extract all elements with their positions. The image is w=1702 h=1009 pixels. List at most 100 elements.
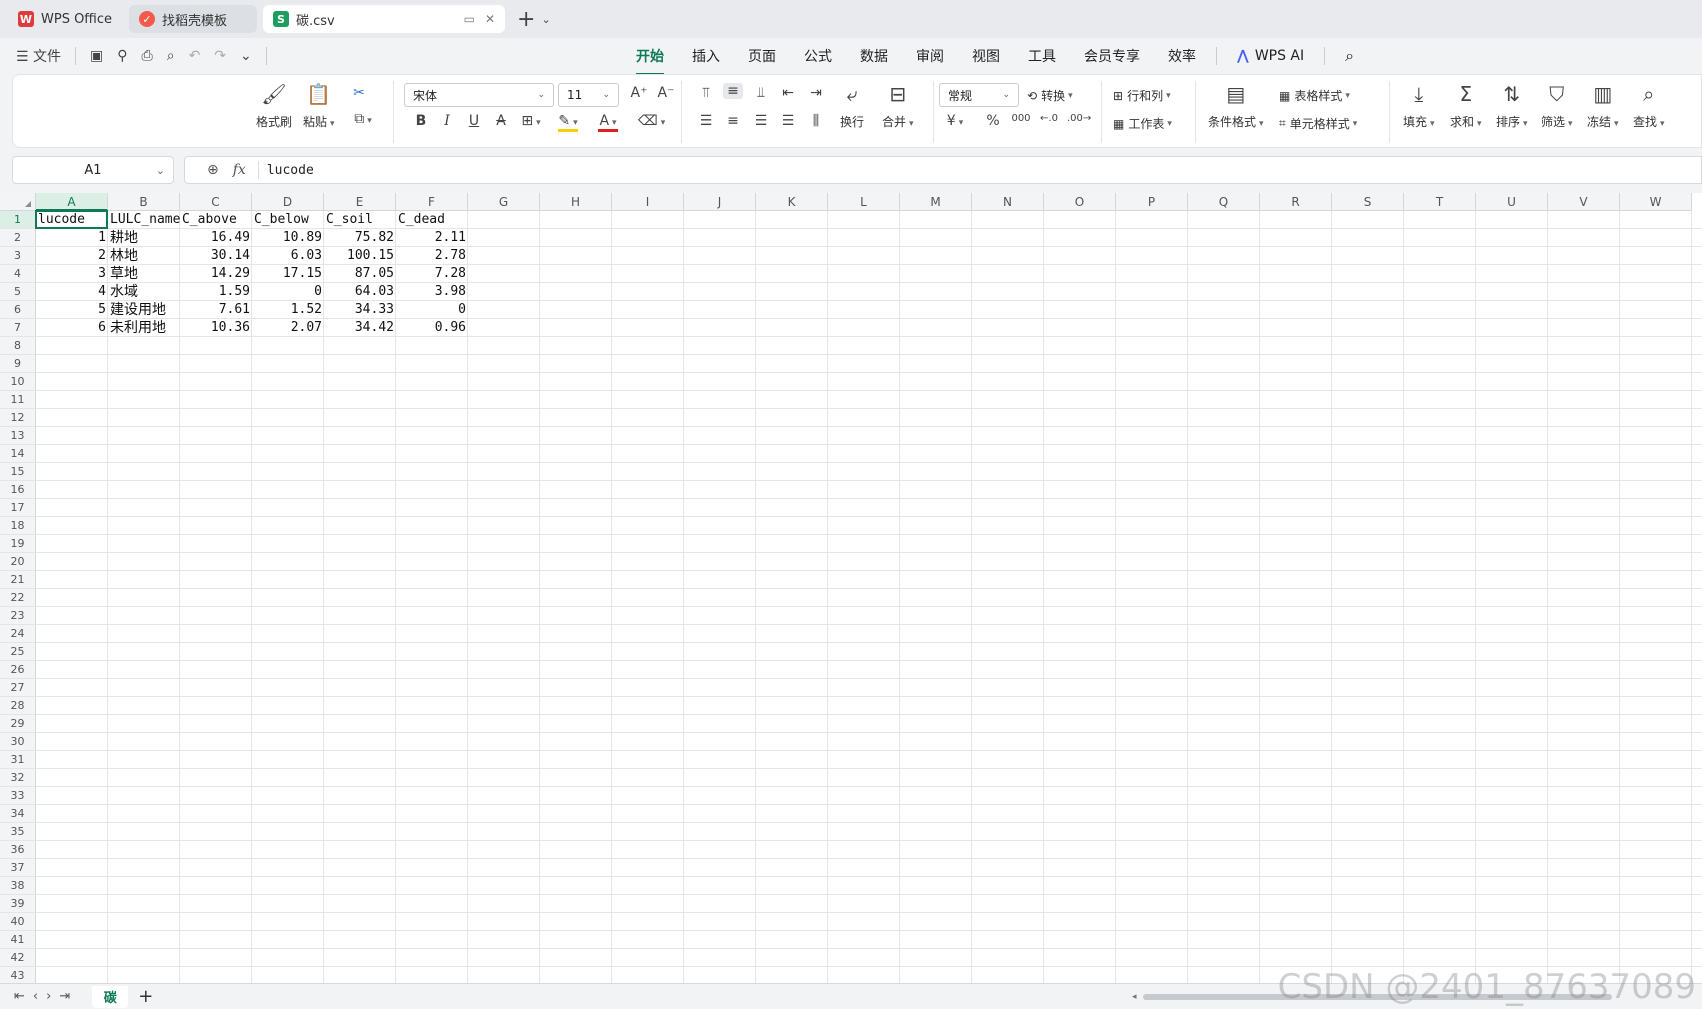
table-cell[interactable]: 耕地 — [108, 229, 180, 247]
row-header-9[interactable]: 9 — [0, 355, 36, 373]
row-header-15[interactable]: 15 — [0, 463, 36, 481]
row-header-24[interactable]: 24 — [0, 625, 36, 643]
decrease-indent-icon[interactable]: ⇤ — [778, 85, 798, 101]
row-header-19[interactable]: 19 — [0, 535, 36, 553]
paste-button[interactable]: 📋 粘贴 ▾ — [303, 81, 335, 130]
close-tab-icon[interactable]: ✕ — [485, 12, 495, 26]
align-left-icon[interactable]: ☰ — [696, 113, 716, 129]
font-size-select[interactable]: 11 ⌄ — [558, 83, 619, 107]
table-cell[interactable]: 0 — [396, 301, 468, 319]
bold-icon[interactable]: B — [411, 113, 431, 129]
table-cell[interactable]: 未利用地 — [108, 319, 180, 337]
copy-icon[interactable]: ⧉ ▾ — [353, 111, 373, 127]
row-header-43[interactable]: 43 — [0, 967, 36, 983]
table-cell[interactable]: 2.11 — [396, 229, 468, 247]
save-icon[interactable]: ▣ — [90, 48, 103, 64]
menu-page[interactable]: 页面 — [748, 42, 776, 70]
first-sheet-icon[interactable]: ⇤ — [14, 989, 25, 1004]
table-cell[interactable]: 16.49 — [180, 229, 252, 247]
tab-wps-office[interactable]: W WPS Office — [8, 5, 123, 33]
window-display-icon[interactable]: ▭ — [464, 12, 475, 26]
row-header-20[interactable]: 20 — [0, 553, 36, 571]
chevron-down-icon[interactable]: ⌄ — [541, 13, 550, 26]
table-cell[interactable]: 草地 — [108, 265, 180, 283]
select-all-corner[interactable] — [0, 193, 36, 211]
table-cell[interactable]: 10.36 — [180, 319, 252, 337]
table-cell[interactable]: 2 — [36, 247, 108, 265]
row-header-34[interactable]: 34 — [0, 805, 36, 823]
row-header-37[interactable]: 37 — [0, 859, 36, 877]
distribute-icon[interactable]: ⫼ — [806, 113, 826, 129]
column-header-f[interactable]: F — [396, 193, 468, 211]
row-col-button[interactable]: ⊞ 行和列 ▾ — [1113, 87, 1171, 104]
justify-icon[interactable]: ☰ — [778, 113, 798, 129]
filter-button[interactable]: ⛉ 筛选 ▾ — [1541, 81, 1573, 130]
name-box[interactable]: A1 ⌄ — [12, 156, 174, 184]
function-icon[interactable]: fx — [233, 162, 246, 178]
row-header-30[interactable]: 30 — [0, 733, 36, 751]
table-cell[interactable]: 建设用地 — [108, 301, 180, 319]
row-header-41[interactable]: 41 — [0, 931, 36, 949]
wps-ai-button[interactable]: ⋀ WPS AI — [1237, 48, 1304, 64]
row-header-22[interactable]: 22 — [0, 589, 36, 607]
wrap-text-button[interactable]: ⤶ 换行 — [839, 81, 865, 130]
row-header-26[interactable]: 26 — [0, 661, 36, 679]
spreadsheet-grid[interactable]: A B C D E F G H I J K L M N O P Q R S T U V W 1 2 3 4 5 6 7 8 9 10 11 12 13… — [0, 193, 1702, 983]
row-header-31[interactable]: 31 — [0, 751, 36, 769]
align-middle-icon[interactable]: ≡ — [723, 83, 743, 99]
font-name-select[interactable]: 宋体 ⌄ — [404, 83, 554, 107]
column-header-u[interactable]: U — [1476, 193, 1548, 211]
cut-icon[interactable]: ✂ — [349, 85, 369, 101]
menu-review[interactable]: 审阅 — [916, 42, 944, 70]
prev-sheet-icon[interactable]: ‹ — [33, 989, 38, 1004]
tab-docer-templates[interactable]: ✓ 找稻壳模板 — [129, 5, 257, 33]
menu-view[interactable]: 视图 — [972, 42, 1000, 70]
table-cell[interactable]: 林地 — [108, 247, 180, 265]
row-header-27[interactable]: 27 — [0, 679, 36, 697]
table-cell[interactable]: 3.98 — [396, 283, 468, 301]
row-header-10[interactable]: 10 — [0, 373, 36, 391]
thousands-separator-icon[interactable]: 000 — [1011, 113, 1031, 124]
row-header-33[interactable]: 33 — [0, 787, 36, 805]
find-button[interactable]: ⌕ 查找 ▾ — [1633, 81, 1665, 130]
decrease-font-icon[interactable]: A⁻ — [656, 85, 676, 101]
row-header-42[interactable]: 42 — [0, 949, 36, 967]
row-header-8[interactable]: 8 — [0, 337, 36, 355]
menu-efficiency[interactable]: 效率 — [1168, 42, 1196, 70]
header-cell-e[interactable]: C_soil — [324, 211, 396, 229]
table-cell[interactable]: 6.03 — [252, 247, 324, 265]
file-menu-label[interactable]: 文件 — [33, 49, 61, 65]
column-header-a[interactable]: A — [36, 193, 108, 211]
cell-style-button[interactable]: ⌗ 单元格样式 ▾ — [1279, 115, 1357, 132]
table-cell[interactable]: 水域 — [108, 283, 180, 301]
table-cell[interactable]: 30.14 — [180, 247, 252, 265]
column-header-e[interactable]: E — [324, 193, 396, 211]
table-cell[interactable]: 1.52 — [252, 301, 324, 319]
row-header-21[interactable]: 21 — [0, 571, 36, 589]
row-header-25[interactable]: 25 — [0, 643, 36, 661]
row-header-3[interactable]: 3 — [0, 247, 36, 265]
sum-button[interactable]: Σ 求和 ▾ — [1450, 81, 1482, 130]
row-header-18[interactable]: 18 — [0, 517, 36, 535]
merge-cells-button[interactable]: ⊟ 合并 ▾ — [882, 81, 914, 130]
hamburger-menu-icon[interactable]: ☰ 文件 — [16, 46, 61, 66]
conditional-format-button[interactable]: ▤ 条件格式 ▾ — [1208, 81, 1264, 130]
row-header-6[interactable]: 6 — [0, 301, 36, 319]
sheet-tab[interactable]: 碳 — [92, 985, 129, 1008]
table-cell[interactable]: 1.59 — [180, 283, 252, 301]
column-header-c[interactable]: C — [180, 193, 252, 211]
column-header-w[interactable]: W — [1620, 193, 1692, 211]
worksheet-button[interactable]: ▦ 工作表 ▾ — [1113, 115, 1172, 132]
undo-icon[interactable]: ↶ — [189, 48, 201, 64]
customize-chevron-icon[interactable]: ⌄ — [240, 48, 252, 64]
column-header-d[interactable]: D — [252, 193, 324, 211]
column-header-g[interactable]: G — [468, 193, 540, 211]
table-cell[interactable]: 2.07 — [252, 319, 324, 337]
increase-indent-icon[interactable]: ⇥ — [806, 85, 826, 101]
table-cell[interactable]: 75.82 — [324, 229, 396, 247]
menu-insert[interactable]: 插入 — [692, 42, 720, 70]
column-header-t[interactable]: T — [1404, 193, 1476, 211]
table-cell[interactable]: 3 — [36, 265, 108, 283]
redo-icon[interactable]: ↷ — [214, 48, 226, 64]
share-icon[interactable]: ⚲ — [117, 48, 127, 64]
